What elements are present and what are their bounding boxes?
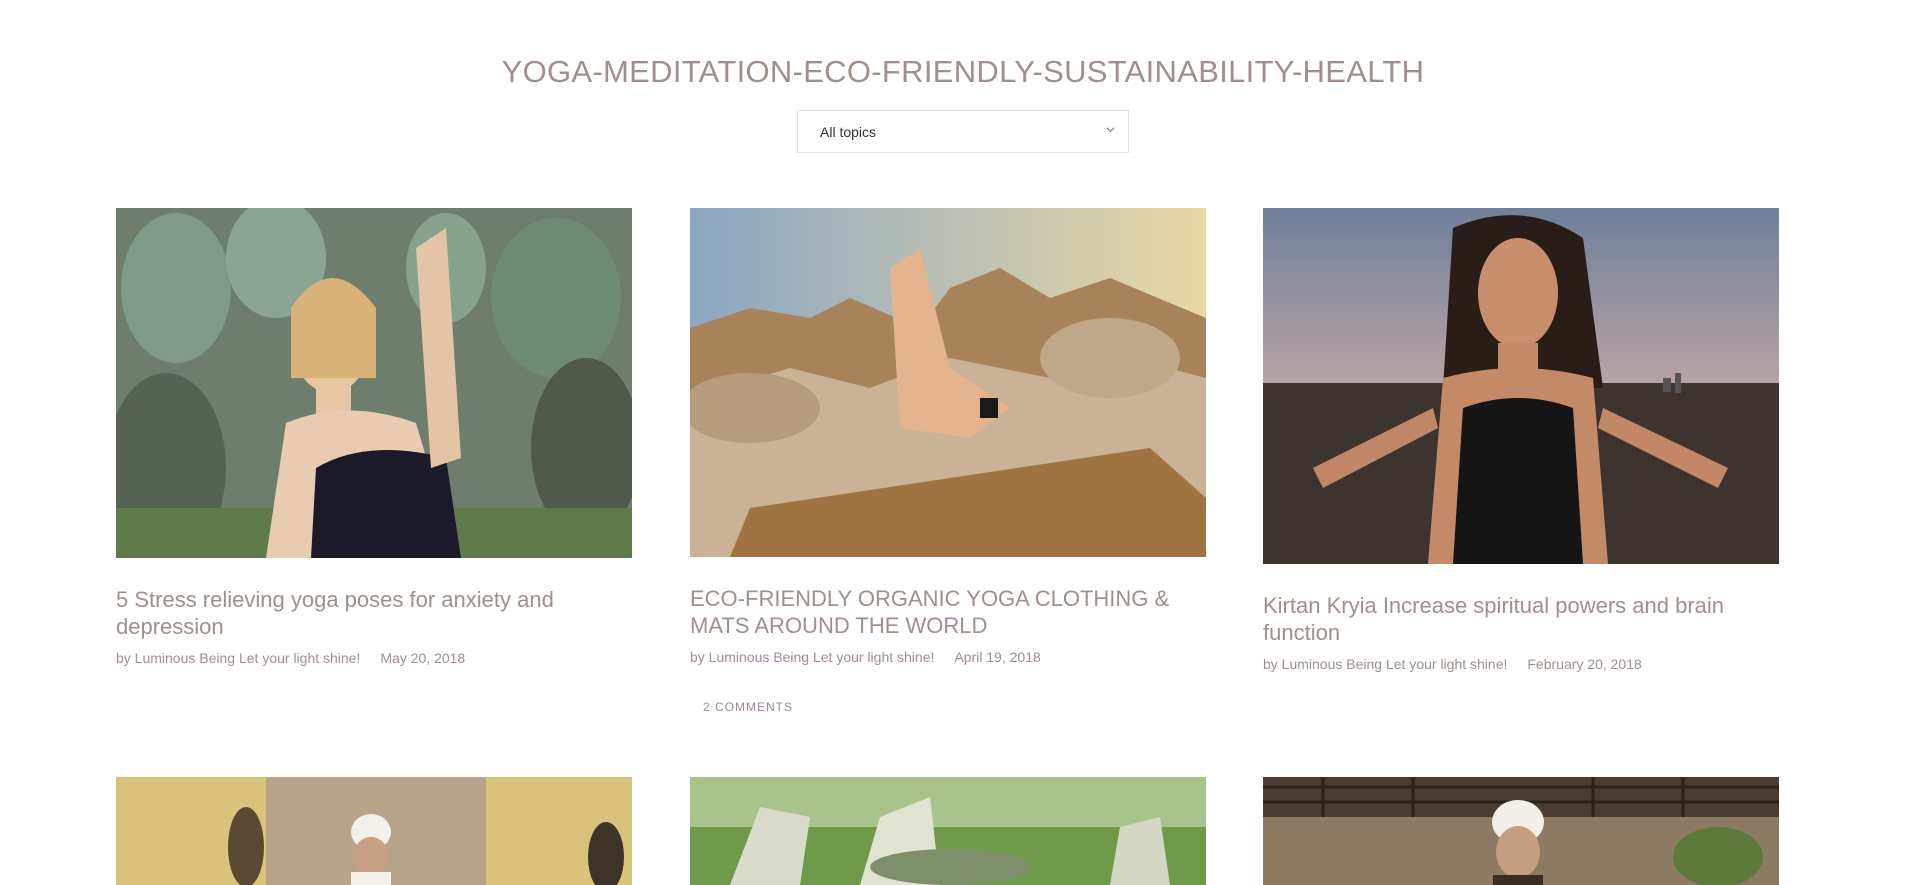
post-author[interactable]: by Luminous Being Let your light shine! — [1263, 656, 1507, 672]
post-meta: by Luminous Being Let your light shine! A… — [690, 649, 1206, 665]
post-thumbnail[interactable] — [116, 208, 632, 558]
post-author[interactable]: by Luminous Being Let your light shine! — [116, 650, 360, 666]
post-date: February 20, 2018 — [1527, 656, 1642, 672]
post-thumbnail[interactable] — [1263, 777, 1779, 885]
blog-title: YOGA-MEDITATION-ECO-FRIENDLY-SUSTAINABIL… — [501, 54, 1425, 89]
post-thumbnail[interactable] — [690, 777, 1206, 885]
post-thumbnail[interactable] — [116, 777, 632, 885]
post-thumbnail[interactable] — [1263, 208, 1779, 564]
topic-filter-value: All topics — [820, 124, 877, 140]
post-date: April 19, 2018 — [954, 649, 1041, 665]
post-card: 5 Stress relieving yoga poses for anxiet… — [116, 208, 632, 666]
post-date: May 20, 2018 — [380, 650, 466, 666]
post-meta: by Luminous Being Let your light shine! M… — [116, 650, 632, 666]
post-card: ECO-FRIENDLY ORGANIC YOGA CLOTHING & MAT… — [690, 208, 1206, 665]
post-card — [690, 777, 1206, 885]
post-author[interactable]: by Luminous Being Let your light shine! — [690, 649, 934, 665]
post-card — [116, 777, 632, 885]
post-card: Kirtan Kryia Increase spiritual powers a… — [1263, 208, 1779, 672]
chevron-down-icon — [1106, 127, 1115, 133]
post-card — [1263, 777, 1779, 885]
post-title[interactable]: 5 Stress relieving yoga poses for anxiet… — [116, 586, 632, 640]
post-title[interactable]: Kirtan Kryia Increase spiritual powers a… — [1263, 592, 1779, 646]
post-thumbnail[interactable] — [690, 208, 1206, 557]
post-title[interactable]: ECO-FRIENDLY ORGANIC YOGA CLOTHING & MAT… — [690, 585, 1206, 639]
comments-link[interactable]: 2 COMMENTS — [703, 700, 793, 714]
topic-filter-select[interactable]: All topics — [797, 110, 1129, 153]
post-meta: by Luminous Being Let your light shine! F… — [1263, 656, 1779, 672]
